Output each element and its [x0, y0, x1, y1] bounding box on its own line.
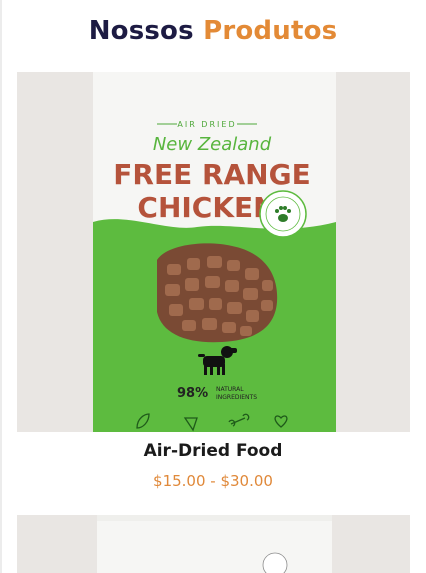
section-title-part2: Produtos — [203, 16, 338, 46]
paw-seal — [259, 190, 307, 238]
package-script-line: New Zealand — [153, 134, 272, 155]
package-headline-line1: FREE RANGE — [113, 158, 310, 191]
package-headline-line2: CHICKEN — [137, 191, 276, 224]
product-image-2[interactable] — [17, 515, 410, 573]
package-percent-caption-2: INGREDIENTS — [216, 394, 257, 401]
product-image[interactable]: AIR DRIED New Zealand FREE RANGE CHICKEN — [17, 72, 410, 432]
package-percent-caption-1: NATURAL — [216, 386, 244, 393]
product-price: $15.00 - $30.00 — [153, 472, 273, 490]
section-title: Nossos Produtos — [0, 16, 426, 46]
package-percent: 98% — [177, 386, 208, 401]
product-package-illustration: AIR DRIED New Zealand FREE RANGE CHICKEN — [93, 72, 336, 432]
product-name[interactable]: Air-Dried Food — [0, 441, 426, 461]
section-title-part1: Nossos — [88, 16, 194, 46]
product-package-illustration-2 — [97, 515, 332, 573]
package-top-label: AIR DRIED — [177, 120, 236, 129]
